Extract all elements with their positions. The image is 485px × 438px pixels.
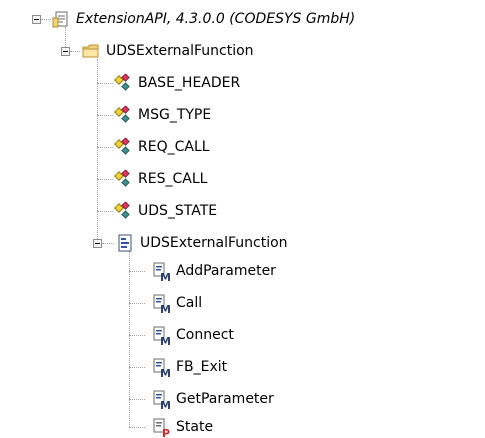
- tree-connector: [70, 51, 80, 52]
- tree-node-type[interactable]: REQ_CALL: [114, 136, 210, 158]
- tree-connector: [129, 427, 145, 428]
- collapse-toggle-folder[interactable]: [61, 47, 70, 56]
- folder-icon: [82, 42, 100, 60]
- tree-node-folder[interactable]: UDSExternalFunction: [82, 40, 254, 62]
- tree-connector: [129, 335, 145, 336]
- tree-node-root[interactable]: ExtensionAPI, 4.3.0.0 (CODESYS GmbH): [52, 8, 355, 30]
- method-icon: M: [152, 326, 171, 346]
- struct-type-icon: [114, 202, 132, 220]
- tree-node-method[interactable]: M Connect: [152, 324, 234, 346]
- tree-connector: [41, 19, 51, 20]
- tree-connector: [97, 211, 113, 212]
- tree-node-label: Connect: [176, 327, 234, 343]
- tree-node-label: AddParameter: [176, 263, 276, 279]
- tree-connector: [102, 243, 114, 244]
- tree-node-function-block[interactable]: UDSExternalFunction: [116, 232, 288, 254]
- library-document-icon: [52, 10, 70, 28]
- struct-type-icon: [114, 138, 132, 156]
- svg-text:M: M: [160, 271, 171, 282]
- method-icon: M: [152, 262, 171, 282]
- struct-type-icon: [114, 170, 132, 188]
- struct-type-icon: [114, 106, 132, 124]
- tree-node-label: UDS_STATE: [138, 203, 218, 219]
- struct-type-icon: [114, 74, 132, 92]
- tree-node-type[interactable]: MSG_TYPE: [114, 104, 211, 126]
- tree-connector: [97, 147, 113, 148]
- method-icon: M: [152, 358, 171, 378]
- tree-connector: [129, 303, 145, 304]
- tree-node-type[interactable]: RES_CALL: [114, 168, 207, 190]
- function-block-icon: [116, 234, 134, 252]
- tree-node-label: UDSExternalFunction: [106, 43, 254, 59]
- method-icon: M: [152, 294, 171, 314]
- library-tree-view[interactable]: ExtensionAPI, 4.3.0.0 (CODESYS GmbH) UDS…: [0, 0, 485, 438]
- tree-node-property[interactable]: P State: [152, 416, 213, 438]
- tree-connector: [97, 179, 113, 180]
- tree-node-label: FB_Exit: [176, 359, 228, 375]
- tree-node-type[interactable]: UDS_STATE: [114, 200, 217, 222]
- svg-text:M: M: [160, 367, 171, 378]
- tree-node-label: MSG_TYPE: [138, 107, 212, 123]
- tree-node-method[interactable]: M GetParameter: [152, 388, 274, 410]
- tree-node-method[interactable]: M Call: [152, 292, 202, 314]
- tree-connector: [97, 83, 113, 84]
- tree-connector: [129, 251, 130, 427]
- tree-connector: [129, 367, 145, 368]
- tree-node-label: GetParameter: [176, 391, 274, 407]
- svg-text:P: P: [162, 427, 170, 438]
- tree-node-method[interactable]: M AddParameter: [152, 260, 276, 282]
- tree-connector: [97, 115, 113, 116]
- svg-text:M: M: [160, 399, 171, 410]
- tree-node-type[interactable]: BASE_HEADER: [114, 72, 240, 94]
- tree-node-label: REQ_CALL: [138, 139, 210, 155]
- tree-node-label: RES_CALL: [138, 171, 208, 187]
- collapse-toggle-function-block[interactable]: [93, 239, 102, 248]
- method-icon: M: [152, 390, 171, 410]
- svg-text:M: M: [160, 335, 171, 346]
- tree-connector: [129, 271, 145, 272]
- tree-node-label: BASE_HEADER: [138, 75, 241, 91]
- collapse-toggle-root[interactable]: [32, 15, 41, 24]
- tree-node-label: ExtensionAPI, 4.3.0.0 (CODESYS GmbH): [76, 11, 356, 27]
- tree-node-label: State: [176, 419, 214, 435]
- svg-text:M: M: [160, 303, 171, 314]
- tree-connector: [129, 399, 145, 400]
- property-icon: P: [152, 418, 170, 438]
- tree-connector: [97, 59, 98, 243]
- tree-node-method[interactable]: M FB_Exit: [152, 356, 227, 378]
- tree-node-label: Call: [176, 295, 203, 311]
- tree-node-label: UDSExternalFunction: [140, 235, 288, 251]
